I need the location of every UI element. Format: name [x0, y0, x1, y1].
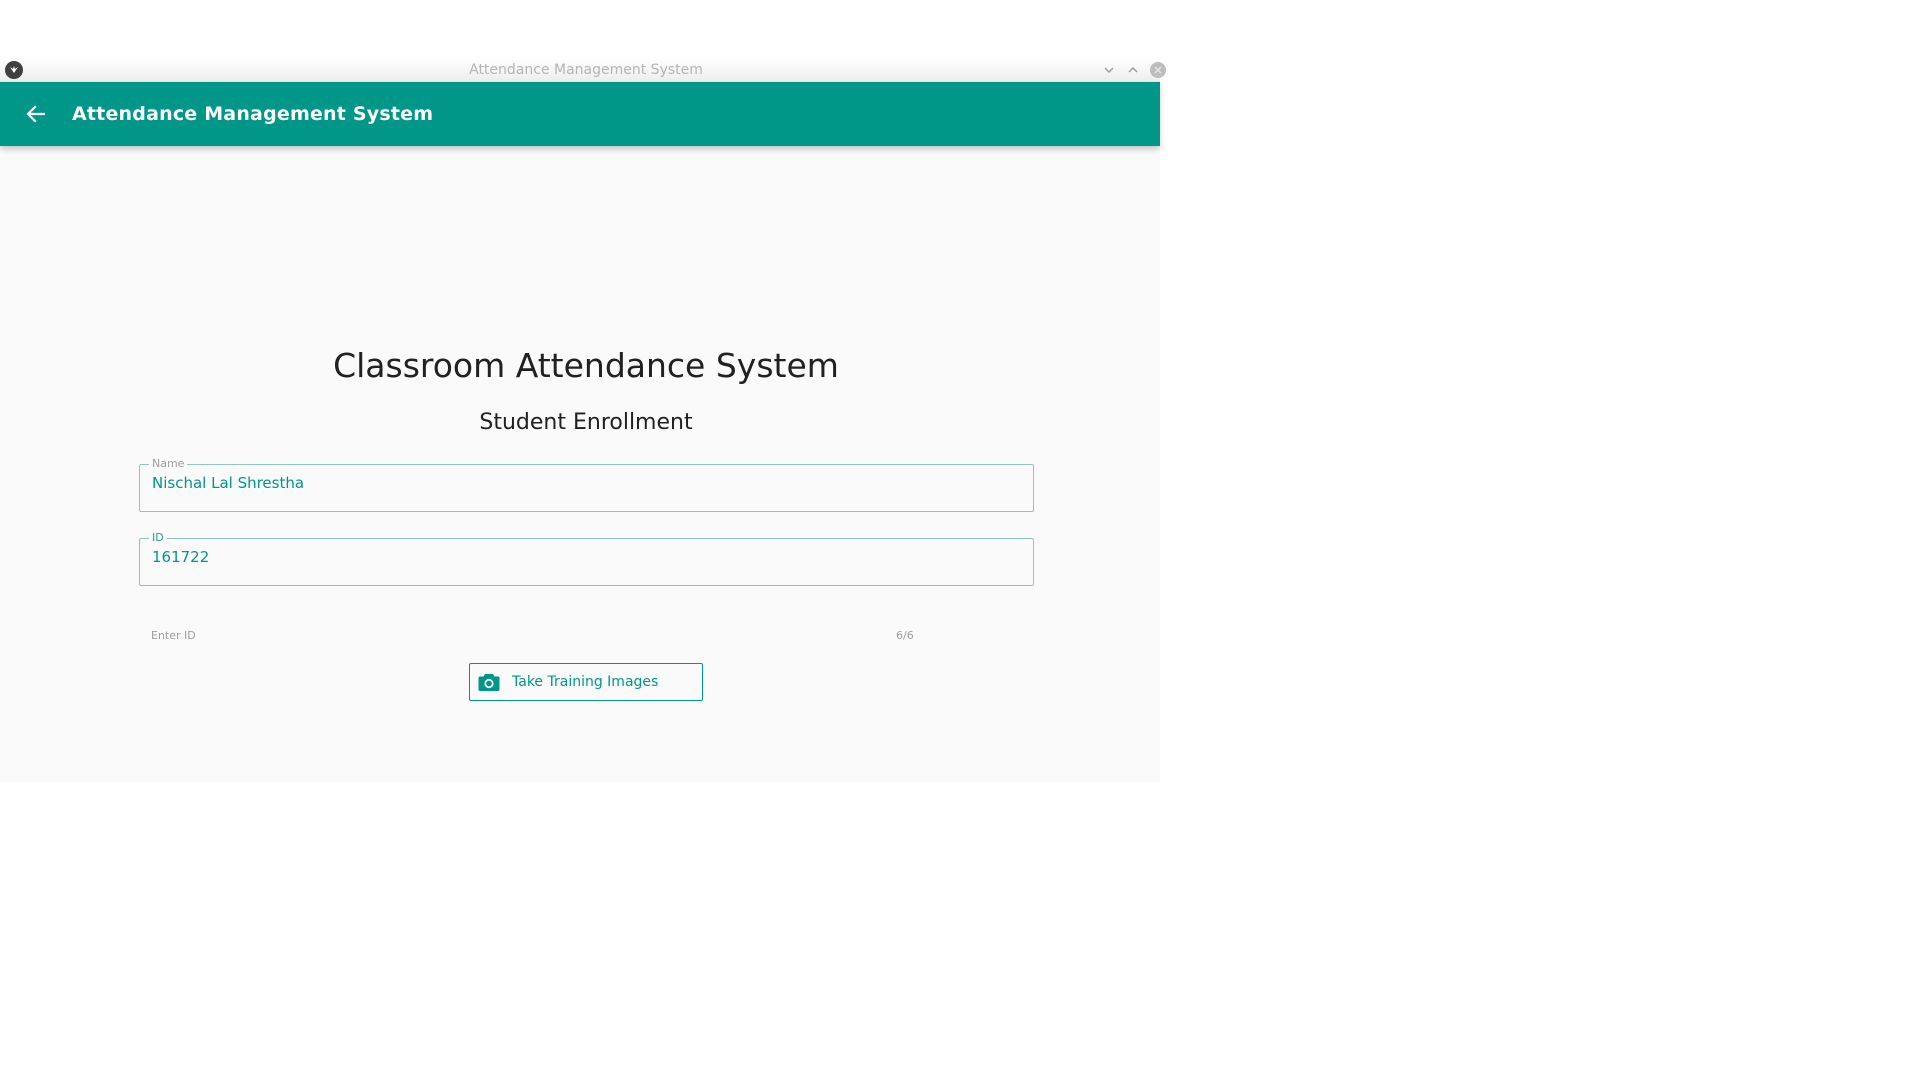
close-icon [1154, 66, 1162, 74]
page-title: Classroom Attendance System [333, 346, 839, 385]
minimize-button[interactable] [1101, 62, 1117, 78]
take-training-images-button[interactable]: Take Training Images [469, 663, 703, 701]
close-button[interactable] [1150, 62, 1166, 78]
name-input[interactable] [152, 474, 1012, 492]
chevron-up-icon [1128, 67, 1138, 73]
maximize-button[interactable] [1125, 62, 1141, 78]
window-title: Attendance Management System [469, 62, 703, 78]
arrow-left-icon [26, 105, 46, 123]
name-field-label: Name [149, 458, 188, 470]
camera-icon [478, 672, 500, 692]
toolbar-title: Attendance Management System [72, 103, 434, 125]
id-input[interactable] [152, 548, 1012, 566]
id-hint-text: Enter ID [151, 629, 196, 642]
app-toolbar: Attendance Management System [0, 82, 1160, 146]
take-training-images-label: Take Training Images [512, 674, 659, 690]
chevron-down-icon [1104, 67, 1114, 73]
back-button[interactable] [20, 98, 52, 130]
id-char-counter: 6/6 [896, 629, 914, 642]
id-field[interactable]: ID [139, 532, 1034, 586]
window-titlebar[interactable]: Attendance Management System [0, 58, 1166, 83]
app-window: Attendance Management System Attendance … [0, 58, 1166, 782]
id-field-label: ID [149, 532, 167, 544]
name-field[interactable]: Name [139, 458, 1034, 512]
page-subtitle: Student Enrollment [479, 410, 693, 435]
